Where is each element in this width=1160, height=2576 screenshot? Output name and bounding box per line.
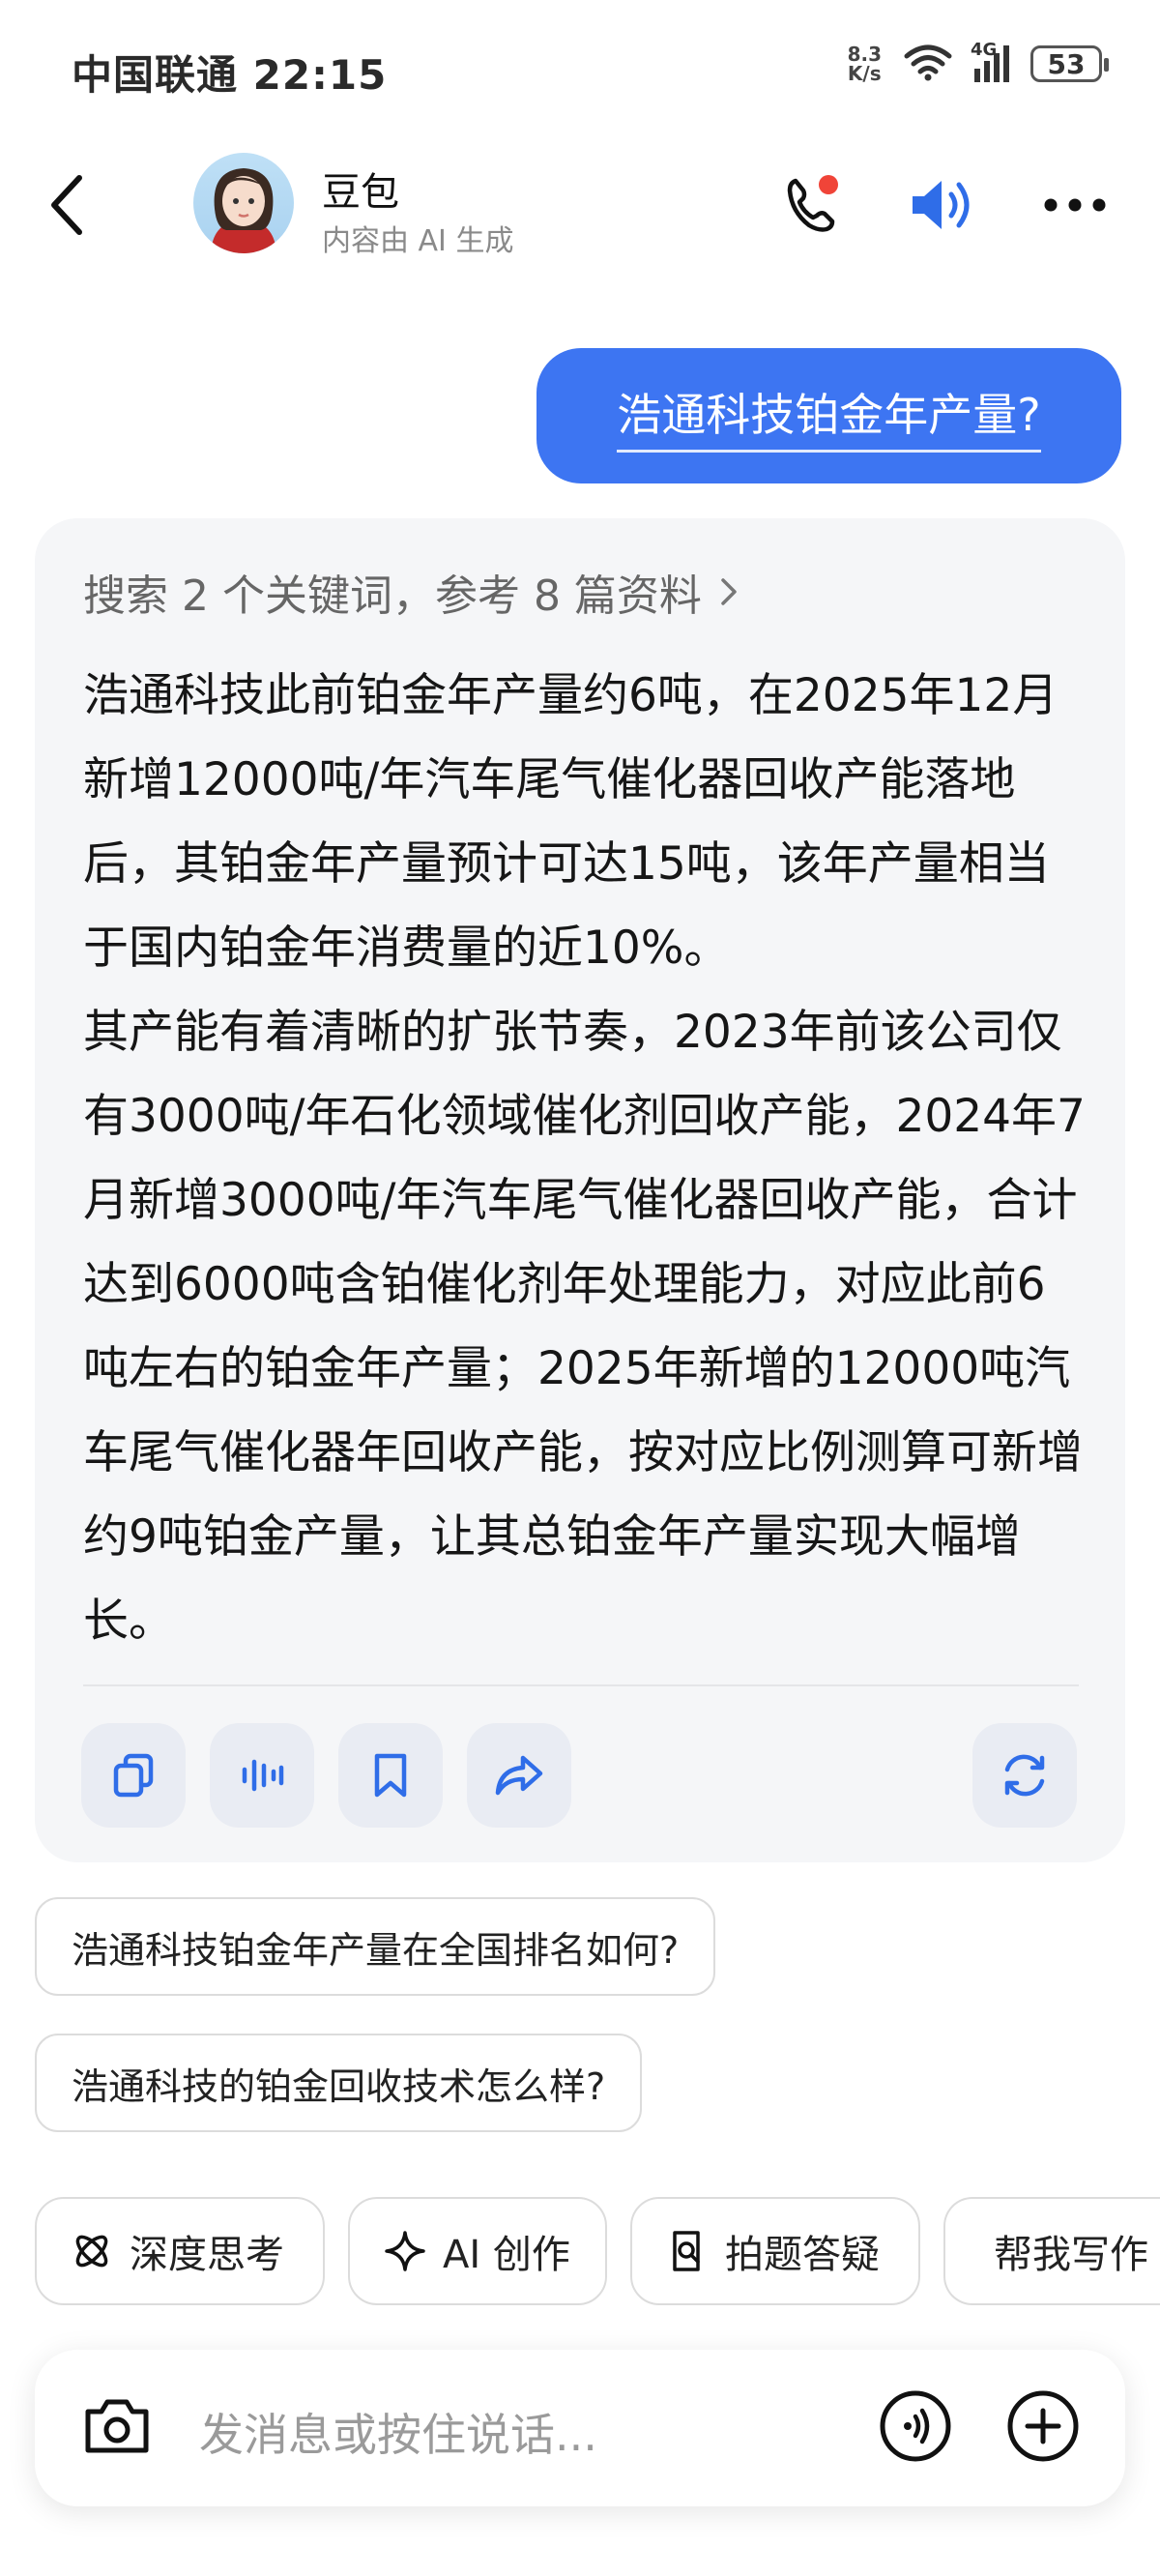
chevron-left-icon [51, 175, 82, 235]
voice-wave-icon [242, 1759, 284, 1792]
search-summary-link[interactable]: 搜索 2 个关键词，参考 8 篇资料 [83, 561, 740, 623]
sparkle-icon [385, 2231, 425, 2271]
avatar[interactable] [193, 153, 294, 253]
refresh-icon [1004, 1754, 1045, 1797]
answer-paragraph: 其产能有着清晰的扩张节奏，2023年前该公司仅有3000吨/年石化领域催化剂回收… [83, 1006, 1086, 1648]
regenerate-button[interactable] [972, 1723, 1077, 1828]
voice-input-icon [880, 2390, 951, 2462]
speaker-icon [913, 181, 970, 229]
status-carrier-time: 中国联通 22:15 [72, 51, 388, 99]
suggestion-chip[interactable]: 浩通科技的铂金回收技术怎么样? [35, 2034, 643, 2132]
chip-help-write[interactable]: 帮我写作 [943, 2197, 1160, 2305]
share-icon [495, 1755, 543, 1796]
chat-name: 豆包 [322, 170, 399, 215]
share-button[interactable] [467, 1723, 571, 1828]
status-icons: 8.3 K/s 4G 53 [847, 40, 1109, 85]
voice-playback-button[interactable] [905, 166, 982, 244]
battery-indicator: 53 [1030, 45, 1109, 82]
more-button[interactable] [1036, 166, 1114, 244]
read-aloud-button[interactable] [210, 1723, 314, 1828]
bookmark-button[interactable] [338, 1723, 443, 1828]
back-button[interactable] [39, 166, 97, 244]
phone-icon [787, 175, 838, 232]
suggestion-chip[interactable]: 浩通科技铂金年产量在全国排名如何? [35, 1897, 716, 1996]
call-button[interactable] [773, 166, 851, 244]
bookmark-icon [374, 1753, 407, 1798]
answer-paragraph: 浩通科技此前铂金年产量约6吨，在2025年12月新增12000吨/年汽车尾气催化… [83, 669, 1058, 975]
user-message-text: 浩通科技铂金年产量? [617, 380, 1041, 453]
chevron-right-icon [721, 578, 737, 605]
voice-input-button[interactable] [874, 2385, 957, 2468]
copy-button[interactable] [81, 1723, 186, 1828]
wifi-icon [903, 43, 953, 85]
chip-ai-create[interactable]: AI 创作 [348, 2197, 607, 2305]
message-input[interactable]: 发消息或按住说话... [199, 2400, 597, 2464]
chip-deep-thinking[interactable]: 深度思考 [35, 2197, 325, 2305]
plus-circle-icon [1007, 2390, 1079, 2462]
network-speed: 8.3 K/s [847, 43, 882, 85]
copy-icon [113, 1753, 154, 1798]
camera-button[interactable] [75, 2385, 159, 2468]
more-dots-icon [1044, 198, 1106, 212]
answer-text: 浩通科技此前铂金年产量约6吨，在2025年12月新增12000吨/年汽车尾气催化… [83, 654, 1088, 1663]
user-message-bubble[interactable]: 浩通科技铂金年产量? [536, 348, 1121, 483]
atom-icon [75, 2235, 108, 2268]
camera-icon [85, 2399, 149, 2453]
add-button[interactable] [1001, 2385, 1085, 2468]
chat-subtitle: 内容由 AI 生成 [322, 224, 514, 258]
chip-photo-solve[interactable]: 拍题答疑 [630, 2197, 920, 2305]
scan-doc-icon [673, 2231, 700, 2271]
cellular-signal-icon: 4G [971, 40, 1009, 82]
divider [83, 1684, 1079, 1686]
